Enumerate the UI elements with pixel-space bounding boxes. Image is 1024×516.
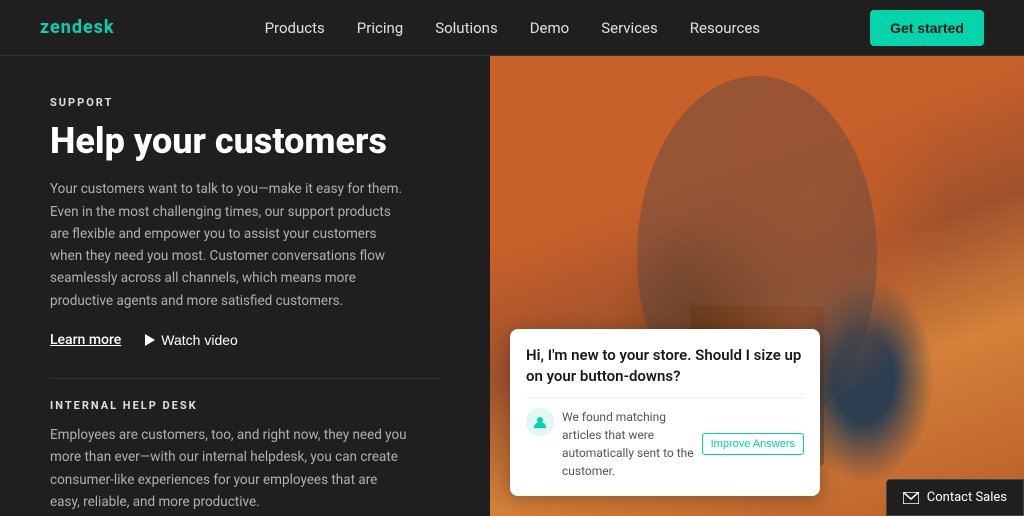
play-icon [145, 334, 155, 346]
chat-response-text: We found matching articles that were aut… [562, 408, 694, 480]
cta-row: Learn more Watch video [50, 332, 440, 348]
main-layout: SUPPORT Help your customers Your custome… [0, 56, 1024, 516]
contact-sales-button[interactable]: Contact Sales [886, 479, 1024, 516]
left-panel: SUPPORT Help your customers Your custome… [0, 56, 490, 516]
logo: zendesk [40, 17, 115, 38]
email-icon [903, 492, 919, 504]
nav-products[interactable]: Products [265, 19, 325, 37]
section-divider [50, 378, 440, 379]
nav-solutions[interactable]: Solutions [435, 19, 498, 37]
chat-response-row: We found matching articles that were aut… [526, 408, 804, 480]
right-panel: Hi, I'm new to your store. Should I size… [490, 56, 1024, 516]
hero-heading: Help your customers [50, 121, 440, 162]
learn-more-link[interactable]: Learn more [50, 332, 121, 348]
chat-question: Hi, I'm new to your store. Should I size… [526, 345, 804, 387]
navbar: zendesk Products Pricing Solutions Demo … [0, 0, 1024, 56]
nav-demo[interactable]: Demo [530, 19, 570, 37]
watch-video-button[interactable]: Watch video [145, 332, 238, 348]
nav-links: Products Pricing Solutions Demo Services… [155, 19, 871, 37]
chat-divider [526, 397, 804, 398]
nav-services[interactable]: Services [601, 19, 658, 37]
nav-resources[interactable]: Resources [690, 19, 760, 37]
get-started-button[interactable]: Get started [870, 10, 984, 46]
chat-popup: Hi, I'm new to your store. Should I size… [510, 329, 820, 496]
watch-video-label: Watch video [161, 332, 238, 348]
nav-pricing[interactable]: Pricing [357, 19, 403, 37]
hero-description: Your customers want to talk to you—make … [50, 178, 410, 312]
internal-help-desk-label: INTERNAL HELP DESK [50, 399, 440, 412]
internal-description: Employees are customers, too, and right … [50, 424, 410, 513]
chat-avatar [526, 408, 554, 436]
support-label: SUPPORT [50, 96, 440, 109]
improve-answers-button[interactable]: Improve Answers [702, 433, 804, 455]
contact-sales-label: Contact Sales [927, 490, 1007, 505]
